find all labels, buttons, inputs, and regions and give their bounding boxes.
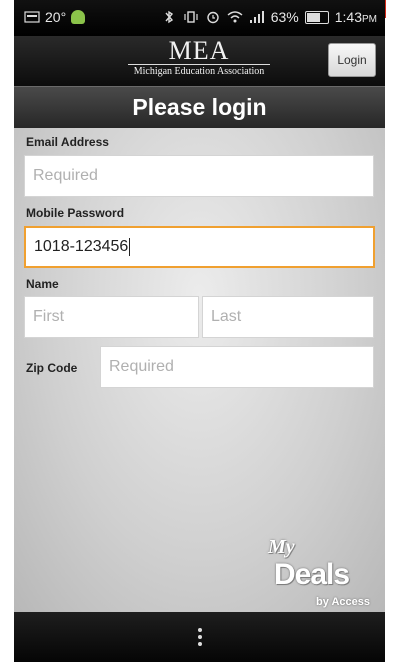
status-bar: 20° 63% 1:43PM [14, 0, 385, 36]
status-left: 20° [24, 9, 86, 25]
signal-icon [249, 11, 264, 23]
app-header: MEA Michigan Education Association Login [14, 36, 385, 86]
clock-time: 1:43 [334, 9, 362, 25]
logo-main-text: MEA [168, 36, 230, 65]
page-title: Please login [14, 86, 385, 129]
android-icon [71, 10, 86, 24]
mydeals-logo: My Deals by Access [264, 536, 374, 614]
wifi-icon [227, 11, 243, 23]
first-name-input[interactable]: First [24, 296, 199, 338]
mydeals-deals-text: Deals [274, 558, 350, 591]
menu-dot [198, 642, 202, 646]
phone-screen: 20° 63% 1:43PM MEA Michigan Education As… [14, 0, 385, 662]
bluetooth-icon [165, 10, 173, 24]
mydeals-my-text: My [268, 536, 295, 558]
password-value: 1018-123456 [34, 238, 129, 255]
clock: 1:43PM [335, 9, 377, 25]
password-label: Mobile Password [26, 206, 125, 220]
bottom-nav-bar [14, 612, 385, 662]
clock-ampm: PM [362, 14, 377, 25]
zip-input[interactable]: Required [100, 346, 374, 388]
last-name-input[interactable]: Last [202, 296, 374, 338]
status-right: 63% 1:43PM [161, 9, 377, 25]
battery-percent: 63% [270, 9, 299, 25]
text-caret [129, 238, 131, 256]
menu-icon[interactable] [198, 628, 202, 646]
menu-dot [198, 628, 202, 632]
last-placeholder: Last [211, 308, 242, 325]
menu-dot [198, 635, 202, 639]
temperature: 20° [45, 9, 67, 25]
logo-sub-text: Michigan Education Association [133, 66, 265, 77]
password-input[interactable]: 1018-123456 [24, 226, 375, 268]
alarm-icon [207, 11, 219, 24]
battery-icon [304, 10, 329, 24]
vibrate-icon [184, 11, 198, 23]
zip-placeholder: Required [109, 358, 174, 375]
email-label: Email Address [26, 135, 109, 149]
email-placeholder: Required [33, 167, 98, 184]
keyboard-icon [24, 11, 40, 23]
name-label: Name [26, 277, 59, 291]
zip-label: Zip Code [26, 361, 78, 375]
email-input[interactable]: Required [24, 155, 374, 197]
login-button[interactable]: Login [328, 43, 376, 77]
first-placeholder: First [33, 308, 65, 325]
mydeals-by-text: by Access [315, 596, 370, 608]
mea-logo: MEA Michigan Education Association [124, 38, 274, 78]
